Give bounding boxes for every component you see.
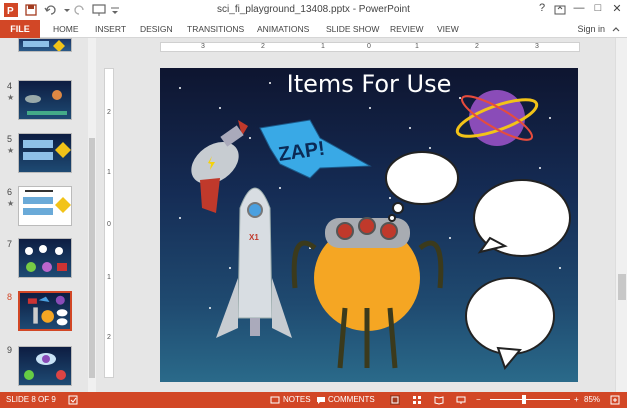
- robot-illustration: [291, 217, 444, 369]
- title-bar: P sci_fi_playground_13408.pptx - PowerPo…: [0, 0, 627, 20]
- slide-thumbnail-8[interactable]: [18, 291, 72, 331]
- ruler-label: 0: [107, 221, 111, 228]
- thumbnail-art: [23, 140, 71, 160]
- ray-gun-illustration: [191, 120, 248, 213]
- ruler-label: 3: [535, 43, 539, 50]
- comments-icon[interactable]: [316, 395, 326, 405]
- workspace: 4 ★ 5 ★ 6 ★ 7 8 9 3 2 1 0 1 2 3 2 1 0 1 …: [0, 38, 627, 392]
- thumbnail-art: [23, 190, 71, 215]
- slide-canvas[interactable]: ZAP! X1 Items For Use: [160, 68, 578, 382]
- scrollbar-thumb[interactable]: [89, 138, 95, 378]
- zoom-in-button[interactable]: +: [574, 392, 579, 408]
- slide-artwork: ZAP! X1: [179, 82, 571, 370]
- tab-design[interactable]: DESIGN: [140, 20, 173, 38]
- animation-star-icon: ★: [7, 93, 15, 102]
- ruler-label: 2: [261, 43, 265, 50]
- slide-thumbnail-9[interactable]: [18, 346, 72, 386]
- slide-number-4: 4: [7, 81, 13, 91]
- fit-slide-icon[interactable]: [610, 395, 620, 405]
- sign-in-link[interactable]: Sign in: [577, 20, 605, 38]
- slide-number-6: 6: [7, 187, 13, 197]
- ruler-label: 1: [107, 169, 111, 176]
- scrollbar-thumb[interactable]: [618, 274, 626, 300]
- tab-home[interactable]: HOME: [53, 20, 79, 38]
- zoom-slider[interactable]: [490, 399, 570, 400]
- tab-transitions[interactable]: TRANSITIONS: [187, 20, 244, 38]
- animation-star-icon: ★: [7, 199, 15, 208]
- tab-review[interactable]: REVIEW: [390, 20, 424, 38]
- ruler-label: 0: [367, 43, 371, 50]
- help-button[interactable]: ?: [534, 2, 550, 14]
- slide-sorter-icon[interactable]: [412, 395, 422, 405]
- zoom-slider-knob[interactable]: [522, 395, 526, 404]
- slide-thumbnail-7[interactable]: [18, 238, 72, 278]
- thumbnail-art: [24, 353, 66, 380]
- status-bar: SLIDE 8 OF 9 NOTES COMMENTS − + 85%: [0, 392, 627, 408]
- thumbnail-art: [27, 295, 68, 326]
- speech-bubble: [465, 277, 555, 370]
- slide-scrollbar[interactable]: [615, 38, 627, 392]
- tab-view[interactable]: VIEW: [437, 20, 459, 38]
- close-button[interactable]: ✕: [609, 2, 625, 15]
- animation-star-icon: ★: [7, 146, 15, 155]
- ruler-label: 1: [321, 43, 325, 50]
- ruler-label: 3: [201, 43, 205, 50]
- thought-bubble: [385, 151, 459, 222]
- slide-number-8: 8: [7, 292, 13, 302]
- tab-slide-show[interactable]: SLIDE SHOW: [326, 20, 379, 38]
- thumbnail-art: [25, 245, 67, 272]
- restore-button[interactable]: □: [590, 2, 606, 14]
- notes-button[interactable]: NOTES: [283, 392, 311, 408]
- slide-number-7: 7: [7, 239, 13, 249]
- thumbnail-scrollbar[interactable]: [88, 38, 96, 392]
- slide-number-9: 9: [7, 345, 13, 355]
- ruler-label: 2: [107, 334, 111, 341]
- spell-check-icon[interactable]: [68, 395, 78, 405]
- tab-insert[interactable]: INSERT: [95, 20, 126, 38]
- minimize-button[interactable]: —: [571, 2, 587, 14]
- thumbnail-pane: 4 ★ 5 ★ 6 ★ 7 8 9: [0, 38, 96, 392]
- horizontal-ruler: 3 2 1 0 1 2 3: [160, 42, 580, 52]
- notes-icon[interactable]: [270, 395, 280, 405]
- slide-thumbnail-5[interactable]: [18, 133, 72, 173]
- speech-bubble: [473, 179, 571, 257]
- slide-thumbnail-3[interactable]: [18, 38, 72, 52]
- collapse-ribbon-icon[interactable]: [611, 24, 621, 34]
- ruler-label: 2: [475, 43, 479, 50]
- slideshow-view-icon[interactable]: [456, 395, 466, 405]
- ruler-label: 2: [107, 109, 111, 116]
- rocket-label: X1: [249, 233, 259, 242]
- file-tab[interactable]: FILE: [0, 20, 40, 38]
- comments-button[interactable]: COMMENTS: [328, 392, 375, 408]
- ribbon-display-options-icon[interactable]: [553, 3, 567, 17]
- slide-thumbnail-6[interactable]: [18, 186, 72, 226]
- vertical-ruler: 2 1 0 1 2: [104, 68, 114, 378]
- tab-animations[interactable]: ANIMATIONS: [257, 20, 309, 38]
- thumbnail-art: [25, 90, 67, 115]
- zoom-level[interactable]: 85%: [584, 392, 600, 408]
- slide-thumbnail-4[interactable]: [18, 80, 72, 120]
- rocket-illustration: [216, 187, 292, 338]
- normal-view-icon[interactable]: [390, 395, 400, 405]
- zoom-out-button[interactable]: −: [476, 392, 481, 408]
- reading-view-icon[interactable]: [434, 395, 444, 405]
- slide-title[interactable]: Items For Use: [160, 70, 578, 98]
- ruler-label: 1: [107, 274, 111, 281]
- slide-number-5: 5: [7, 134, 13, 144]
- slide-indicator: SLIDE 8 OF 9: [6, 395, 56, 404]
- ruler-label: 1: [415, 43, 419, 50]
- ribbon-tabs: FILE HOME INSERT DESIGN TRANSITIONS ANIM…: [0, 20, 627, 38]
- thumbnail-art: [23, 40, 65, 51]
- window-title: sci_fi_playground_13408.pptx - PowerPoin…: [217, 4, 410, 15]
